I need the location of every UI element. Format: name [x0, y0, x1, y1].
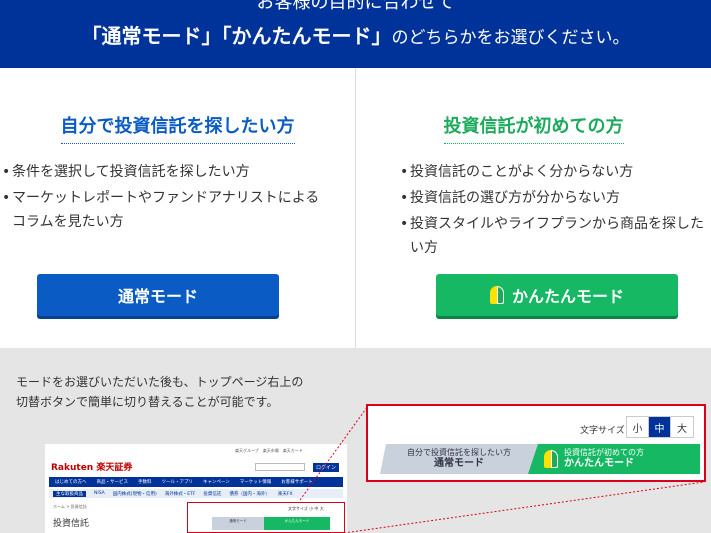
font-size-small[interactable]: 小 — [627, 417, 649, 437]
font-size-selector: 小 中 大 — [626, 416, 694, 438]
banner-line-2: 「通常モード」「かんたんモード」のどちらかをお選びください。 — [0, 20, 711, 49]
list-item: 条件を選択して投資信託を探したい方 — [2, 160, 322, 184]
list-item: 投資スタイルやライフプランから商品を探したい方 — [400, 212, 705, 260]
beginner-leaf-icon — [489, 286, 504, 304]
mini-page-screenshot: 楽天グループ 楽天市場 楽天カード Rakuten 楽天証券 ログイン はじめて… — [45, 444, 347, 533]
font-size-label: 文字サイズ — [580, 426, 625, 436]
mini-top-links: 楽天グループ 楽天市場 楽天カード — [235, 448, 303, 453]
mini-page-title: 投資信託 — [53, 519, 90, 529]
normal-mode-button-label: 通常モード — [117, 289, 198, 306]
mode-select-banner: お客様の目的に合わせて 「通常モード」「かんたんモード」のどちらかをお選びくださ… — [0, 0, 711, 68]
mini-mode-switch-highlight: 文字サイズ 小 中 大 通常モード かんたんモード — [187, 502, 345, 533]
normal-mode-column: 自分で投資信託を探したい方 条件を選択して投資信託を探したい方 マーケットレポー… — [0, 68, 355, 348]
font-size-large[interactable]: 大 — [671, 417, 693, 437]
banner-line-1: お客様の目的に合わせて — [256, 0, 455, 13]
easy-mode-button[interactable]: かんたんモード — [436, 274, 678, 316]
mini-search-input — [255, 463, 305, 471]
easy-mode-bullets: 投資信託のことがよく分からない方 投資信託の選び方が分からない方 投資スタイルや… — [400, 160, 705, 262]
banner-instruction: のどちらかをお選びください。 — [391, 28, 630, 48]
easy-mode-tab[interactable]: 投資信託が初めての方 かんたんモード — [528, 444, 700, 474]
switch-guide-note: モードをお選びいただいた後も、トップページ右上の 切替ボタンで簡単に切り替えるこ… — [16, 375, 304, 409]
mini-primary-nav: はじめての方へ 商品・サービス 手数料 ツール・アプリ キャンペーン マーケット… — [49, 477, 343, 487]
banner-mode-names: 「通常モード」「かんたんモード」 — [81, 24, 392, 48]
beginner-leaf-icon — [544, 450, 558, 468]
normal-mode-button[interactable]: 通常モード — [37, 274, 279, 316]
normal-mode-bullets: 条件を選択して投資信託を探したい方 マーケットレポートやファンドアナリストによる… — [2, 160, 322, 236]
list-item: 投資信託の選び方が分からない方 — [400, 186, 705, 210]
font-size-medium[interactable]: 中 — [649, 417, 671, 437]
list-item: 投資信託のことがよく分からない方 — [400, 160, 705, 184]
mode-switch-zoom-panel: 文字サイズ 小 中 大 自分で投資信託を探したい方 通常モード 投資信託が初めて… — [366, 404, 706, 482]
rakuten-logo: Rakuten 楽天証券 — [51, 463, 133, 473]
easy-mode-heading: 投資信託が初めての方 — [356, 112, 711, 144]
mini-secondary-nav: 主な取扱商品 NISA 国内株式(現物・信用) 海外株式・ETF 投資信託 債券… — [49, 489, 343, 498]
mini-login-button: ログイン — [313, 463, 339, 472]
normal-mode-tab[interactable]: 自分で投資信託を探したい方 通常モード — [380, 444, 538, 474]
easy-mode-column: 投資信託が初めての方 投資信託のことがよく分からない方 投資信託の選び方が分から… — [356, 68, 711, 348]
list-item: マーケットレポートやファンドアナリストによるコラムを見たい方 — [2, 186, 322, 234]
easy-mode-button-label: かんたんモード — [511, 289, 624, 306]
normal-mode-heading: 自分で投資信託を探したい方 — [0, 112, 355, 144]
mini-breadcrumb: ホーム > 投資信託 — [53, 504, 87, 509]
